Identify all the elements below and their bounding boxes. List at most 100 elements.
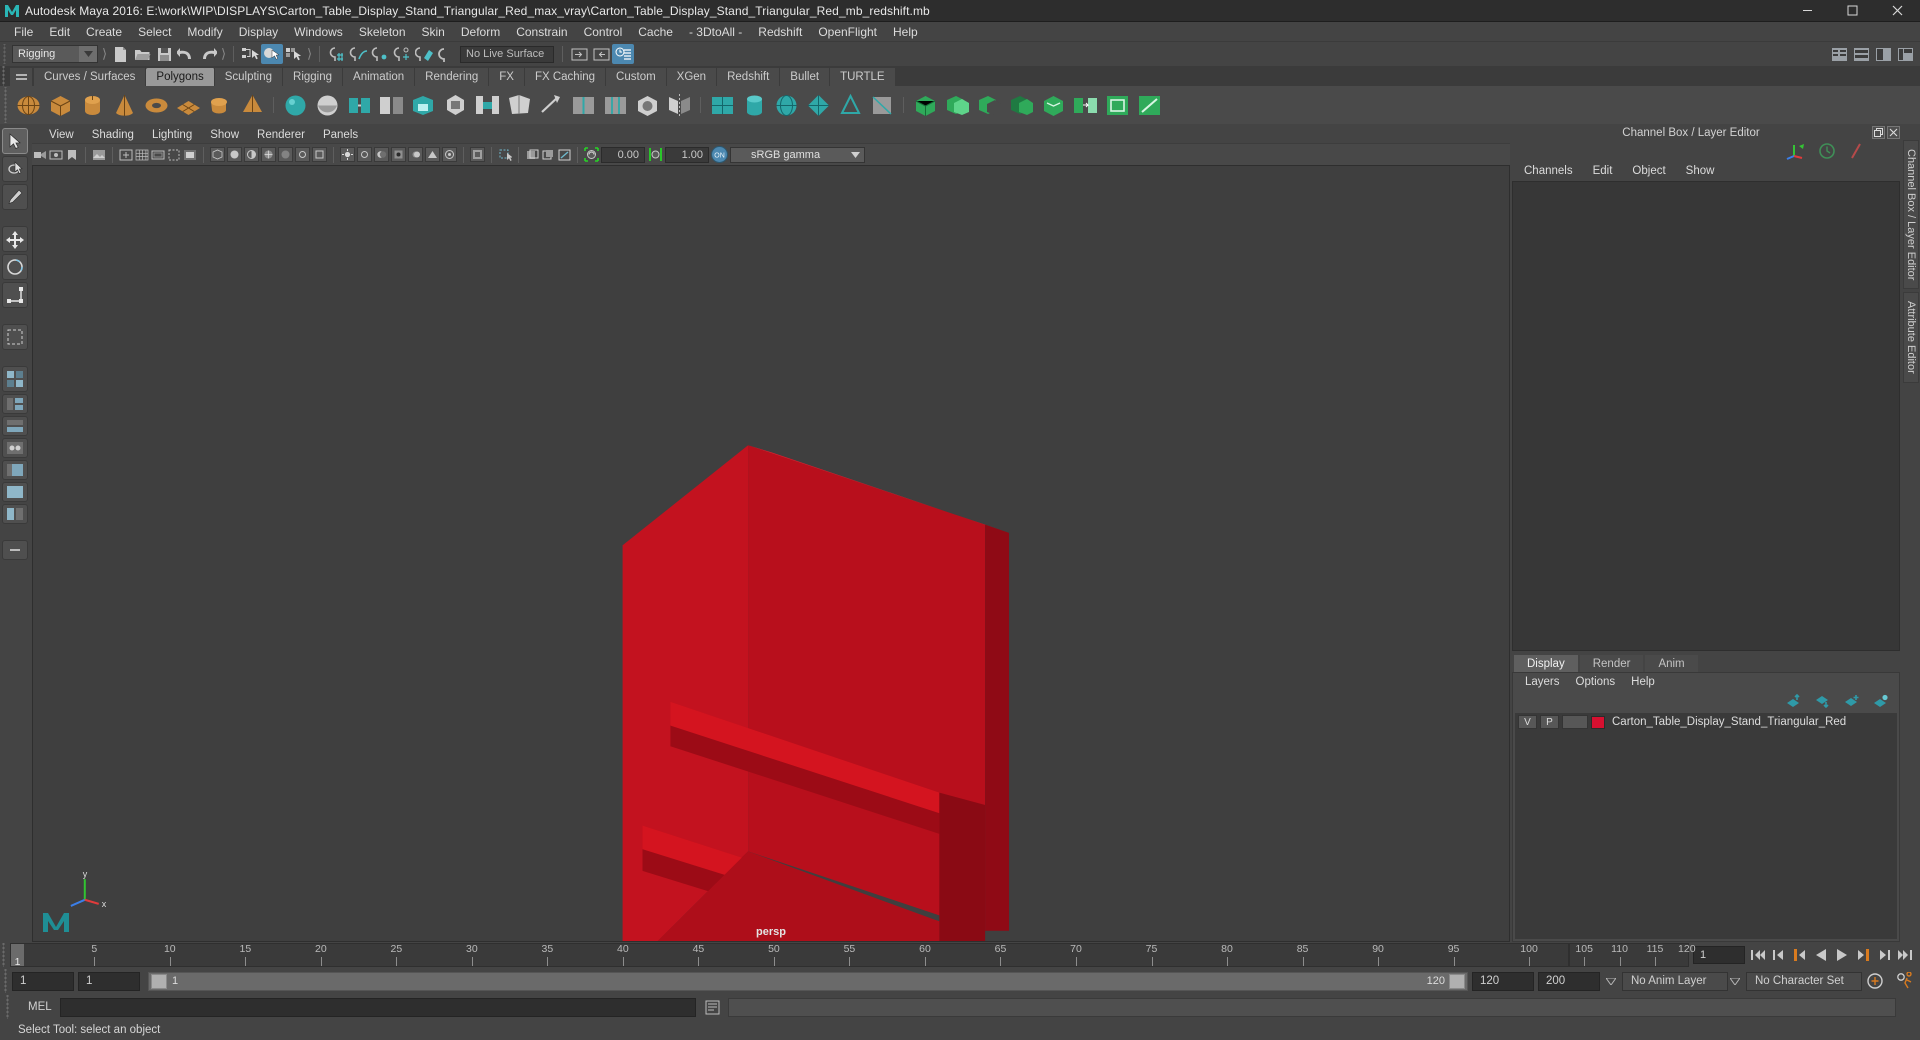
animation-preferences-icon[interactable]: [1890, 972, 1920, 991]
uv-cylindrical-icon[interactable]: [739, 90, 769, 120]
menu-help[interactable]: Help: [885, 22, 926, 42]
save-scene-button[interactable]: [153, 44, 175, 64]
boolean-intersection-icon[interactable]: [1006, 90, 1036, 120]
xray-active-icon[interactable]: [540, 146, 556, 164]
xray-shading-icon[interactable]: [278, 147, 293, 162]
screen-space-ao-icon[interactable]: [391, 147, 406, 162]
transfer-attributes-icon[interactable]: [1070, 90, 1100, 120]
panel-menu-show[interactable]: Show: [201, 126, 248, 144]
move-layer-up-icon[interactable]: [1786, 694, 1802, 708]
current-frame-field[interactable]: 1: [1693, 946, 1745, 964]
select-tool-button[interactable]: [2, 128, 28, 154]
layer-visibility-toggle[interactable]: V: [1518, 715, 1537, 729]
view-transform-select[interactable]: sRGB gamma: [730, 146, 865, 163]
vtab-attribute-editor[interactable]: Attribute Editor: [1903, 292, 1919, 384]
shelf-menu-button[interactable]: [10, 68, 32, 86]
motion-blur-icon[interactable]: [408, 147, 423, 162]
character-set-dropdown-arrow[interactable]: [1728, 972, 1742, 991]
live-surface-field[interactable]: No Live Surface: [460, 45, 554, 63]
shelf-tab-redshift[interactable]: Redshift: [717, 68, 781, 86]
append-polygon-icon[interactable]: [504, 90, 534, 120]
grid-toggle-icon[interactable]: [134, 146, 150, 164]
create-new-layer-icon[interactable]: [1844, 694, 1860, 708]
layout-persp-outliner-button[interactable]: [2, 394, 28, 414]
bevel-icon[interactable]: [440, 90, 470, 120]
range-slider-left-handle[interactable]: [151, 973, 167, 989]
play-forwards-button[interactable]: [1833, 946, 1851, 964]
go-to-start-button[interactable]: [1749, 946, 1767, 964]
anim-end-time-field[interactable]: 200: [1538, 971, 1600, 991]
select-by-component-type-button[interactable]: [283, 44, 305, 64]
anim-start-time-field[interactable]: 1: [12, 971, 74, 991]
snap-to-grid-button[interactable]: [325, 44, 347, 64]
smooth-shade-all-icon[interactable]: [227, 147, 242, 162]
go-to-end-button[interactable]: [1896, 946, 1914, 964]
range-end-time-field[interactable]: 120: [1472, 971, 1534, 991]
toggle-channelbox-icon[interactable]: [1828, 44, 1850, 64]
layer-menu-options[interactable]: Options: [1568, 673, 1624, 691]
sphere-smooth-icon[interactable]: [312, 90, 342, 120]
separator-bracket-1[interactable]: ⟩: [100, 45, 109, 63]
panel-undock-button[interactable]: [1872, 126, 1886, 139]
last-tool-used-button[interactable]: [2, 324, 28, 350]
character-set-field[interactable]: No Character Set: [1746, 971, 1862, 991]
paint-select-tool-button[interactable]: [2, 184, 28, 210]
separator-bracket-3[interactable]: ⟩: [305, 45, 314, 63]
move-tool-button[interactable]: [2, 226, 28, 252]
isolate-select-icon[interactable]: [470, 147, 485, 162]
shelf-tab-fx-caching[interactable]: FX Caching: [524, 68, 607, 86]
keyframe-slash-icon[interactable]: [1848, 142, 1864, 160]
maximize-button[interactable]: [1830, 0, 1875, 22]
new-scene-button[interactable]: [109, 44, 131, 64]
poly-plane-icon[interactable]: [173, 90, 203, 120]
scale-tool-button[interactable]: [2, 282, 28, 308]
boolean-union-icon[interactable]: [942, 90, 972, 120]
command-line-grip[interactable]: [4, 995, 14, 1019]
extrude-icon[interactable]: [408, 90, 438, 120]
uv-automatic-icon[interactable]: [803, 90, 833, 120]
uv-planar-icon[interactable]: [707, 90, 737, 120]
shelf-tab-rigging[interactable]: Rigging: [283, 68, 344, 86]
panel-menu-shading[interactable]: Shading: [83, 126, 143, 144]
gamma-field[interactable]: 1.00: [665, 146, 709, 163]
gamma-reset-icon[interactable]: [647, 146, 663, 164]
range-slider-grip[interactable]: [2, 969, 12, 993]
show-hide-sidebar-right-button[interactable]: [590, 44, 612, 64]
sculpt-cube-green-icon[interactable]: [910, 90, 940, 120]
menuset-selector[interactable]: Rigging: [12, 45, 98, 63]
step-forward-keyframe-button[interactable]: [1875, 946, 1893, 964]
smooth-shade-selected-icon[interactable]: [244, 147, 259, 162]
cb-menu-show[interactable]: Show: [1676, 161, 1725, 181]
shelf-tab-custom[interactable]: Custom: [606, 68, 667, 86]
separate-icon[interactable]: [376, 90, 406, 120]
undo-button[interactable]: [175, 44, 197, 64]
close-button[interactable]: [1875, 0, 1920, 22]
layout-persp-graph-button[interactable]: [2, 416, 28, 436]
select-by-hierarchy-button[interactable]: [239, 44, 261, 64]
poly-disc-icon[interactable]: [205, 90, 235, 120]
layout-outliner-persp-button[interactable]: [2, 460, 28, 480]
shelf-tab-xgen[interactable]: XGen: [666, 68, 718, 86]
time-slider-ticks[interactable]: 1 5 10 15 20 25 30 35 40 45 50 55 60 65 …: [10, 943, 1569, 967]
poly-cylinder-icon[interactable]: [77, 90, 107, 120]
menu-edit[interactable]: Edit: [41, 22, 78, 42]
two-d-pan-zoom-icon[interactable]: [118, 146, 134, 164]
menu-3dtoall[interactable]: - 3DtoAll -: [681, 22, 750, 42]
menu-redshift[interactable]: Redshift: [750, 22, 810, 42]
layout-hypershade-button[interactable]: [2, 438, 28, 458]
statusline-grip[interactable]: [2, 44, 10, 64]
xray-active-components-icon[interactable]: [312, 147, 327, 162]
toggle-attribute-editor-icon[interactable]: [1872, 44, 1894, 64]
layer-menu-help[interactable]: Help: [1623, 673, 1663, 691]
bridge-icon[interactable]: [472, 90, 502, 120]
panel-menu-panels[interactable]: Panels: [314, 126, 367, 144]
crease-tool-icon[interactable]: [1134, 90, 1164, 120]
layer-menu-layers[interactable]: Layers: [1517, 673, 1568, 691]
cb-menu-object[interactable]: Object: [1622, 161, 1675, 181]
panel-close-button[interactable]: [1887, 126, 1901, 139]
current-time-indicator[interactable]: 1: [11, 944, 24, 966]
shelf-grip[interactable]: [0, 66, 10, 86]
use-default-lighting-icon[interactable]: [340, 147, 355, 162]
uv-editor-icon[interactable]: [867, 90, 897, 120]
snap-to-view-planes-button[interactable]: [413, 44, 435, 64]
